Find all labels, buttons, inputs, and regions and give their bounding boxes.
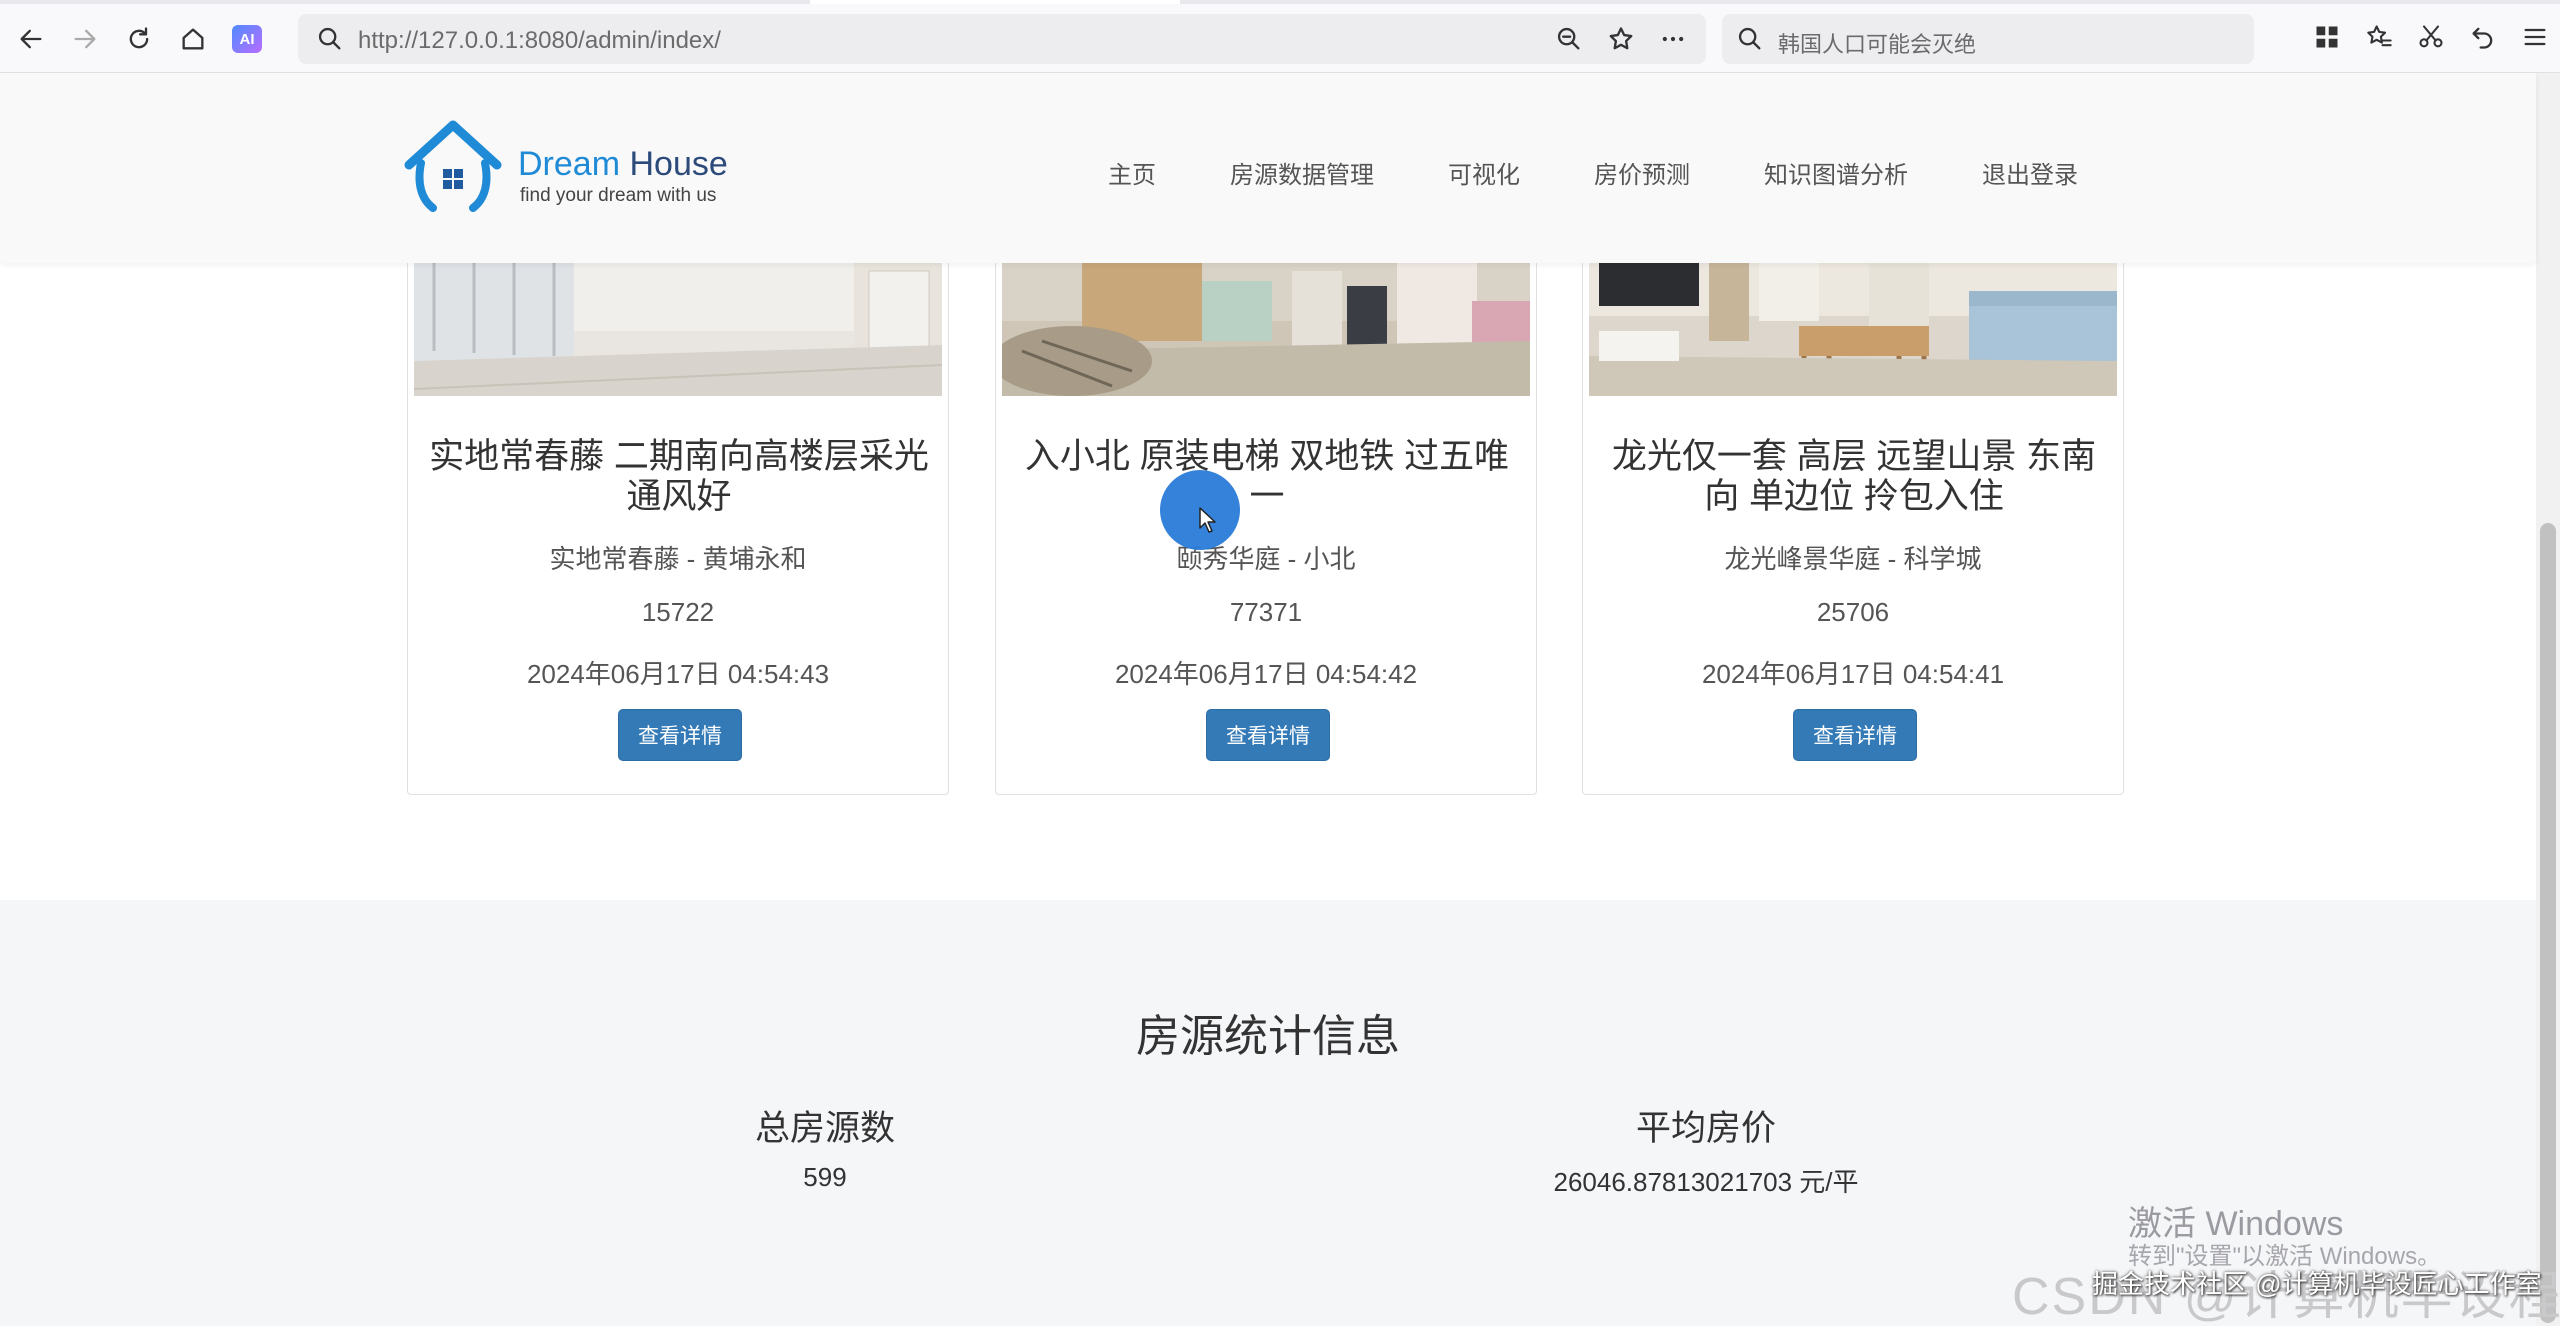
listing-price: 77371	[1229, 597, 1303, 627]
brand-name-part2: House	[620, 145, 728, 183]
brand-name[interactable]: Dream House	[518, 145, 728, 184]
listing-time: 2024年06月17日 04:54:41	[1701, 659, 2005, 689]
active-tab-indicator[interactable]	[810, 0, 1180, 4]
listing-title[interactable]: 入小北 原装电梯 双地铁 过五唯一	[1016, 437, 1518, 517]
apps-grid-icon[interactable]	[2312, 22, 2342, 52]
menu-icon[interactable]	[2520, 22, 2550, 52]
search-input[interactable]: 韩国人口可能会灭绝	[1778, 27, 1976, 59]
total-listings-value: 599	[803, 1162, 847, 1192]
mouse-pointer-icon	[1199, 507, 1216, 533]
stats-title: 房源统计信息	[1136, 1012, 1400, 1061]
home-icon[interactable]	[176, 22, 210, 56]
search-icon	[1738, 27, 1761, 50]
scrollbar-thumb[interactable]	[2540, 523, 2556, 1323]
site-header: Dream House find your dream with us 主页 房…	[0, 73, 2536, 263]
juejin-watermark: 掘金技术社区 @计算机毕设匠心工作室	[2092, 1269, 2542, 1299]
listing-location: 颐秀华庭 - 小北	[1176, 544, 1356, 574]
nav-logout[interactable]: 退出登录	[1982, 155, 2078, 190]
ai-assistant-icon[interactable]: AI	[232, 25, 262, 53]
view-details-button[interactable]: 查看详情	[1206, 709, 1330, 761]
listing-photo[interactable]	[414, 261, 942, 396]
back-icon[interactable]	[14, 22, 48, 56]
forward-icon[interactable]	[68, 22, 102, 56]
listing-price: 15722	[641, 597, 715, 627]
tab-strip	[0, 0, 2560, 4]
house-logo-icon[interactable]	[403, 113, 503, 213]
main-nav: 主页 房源数据管理 可视化 房价预测 知识图谱分析 退出登录	[1108, 155, 2152, 190]
view-details-button[interactable]: 查看详情	[618, 709, 742, 761]
brand-tagline: find your dream with us	[520, 185, 717, 206]
view-details-button[interactable]: 查看详情	[1793, 709, 1917, 761]
zoom-icon[interactable]	[1554, 24, 1584, 54]
listing-location: 实地常春藤 - 黄埔永和	[549, 544, 807, 574]
nav-home[interactable]: 主页	[1108, 155, 1156, 190]
nav-knowledge-graph[interactable]: 知识图谱分析	[1764, 155, 1908, 190]
nav-price-prediction[interactable]: 房价预测	[1594, 155, 1690, 190]
favorites-icon[interactable]	[2364, 22, 2394, 52]
listing-price: 25706	[1816, 597, 1890, 627]
listing-photo[interactable]	[1589, 261, 2117, 396]
listing-photo[interactable]	[1002, 261, 1530, 396]
undo-icon[interactable]	[2468, 22, 2498, 52]
listing-title[interactable]: 实地常春藤 二期南向高楼层采光通风好	[428, 437, 930, 517]
listing-title[interactable]: 龙光仅一套 高层 远望山景 东南向 单边位 拎包入住	[1603, 437, 2105, 517]
bookmark-star-icon[interactable]	[1606, 24, 1636, 54]
screenshot-scissors-icon[interactable]	[2416, 22, 2446, 52]
brand-name-part1: Dream	[518, 145, 621, 183]
browser-toolbar: AI http://127.0.0.1:8080/admin/index/ 韩国…	[0, 0, 2560, 73]
listing-time: 2024年06月17日 04:54:42	[1114, 659, 1418, 689]
nav-listing-management[interactable]: 房源数据管理	[1230, 155, 1374, 190]
address-bar[interactable]: http://127.0.0.1:8080/admin/index/	[298, 14, 1706, 64]
listing-location: 龙光峰景华庭 - 科学城	[1724, 544, 1982, 574]
reload-icon[interactable]	[122, 22, 156, 56]
more-icon[interactable]	[1658, 24, 1688, 54]
page-scrollbar[interactable]	[2536, 73, 2560, 1326]
url-text[interactable]: http://127.0.0.1:8080/admin/index/	[358, 27, 721, 55]
average-price-label: 平均房价	[1635, 1109, 1776, 1148]
web-search-box[interactable]: 韩国人口可能会灭绝	[1722, 14, 2254, 64]
average-price-value: 26046.87813021703 元/平	[1553, 1167, 1859, 1197]
search-icon	[318, 27, 341, 50]
nav-visualization[interactable]: 可视化	[1448, 155, 1520, 190]
total-listings-label: 总房源数	[754, 1109, 895, 1148]
listing-time: 2024年06月17日 04:54:43	[526, 659, 830, 689]
